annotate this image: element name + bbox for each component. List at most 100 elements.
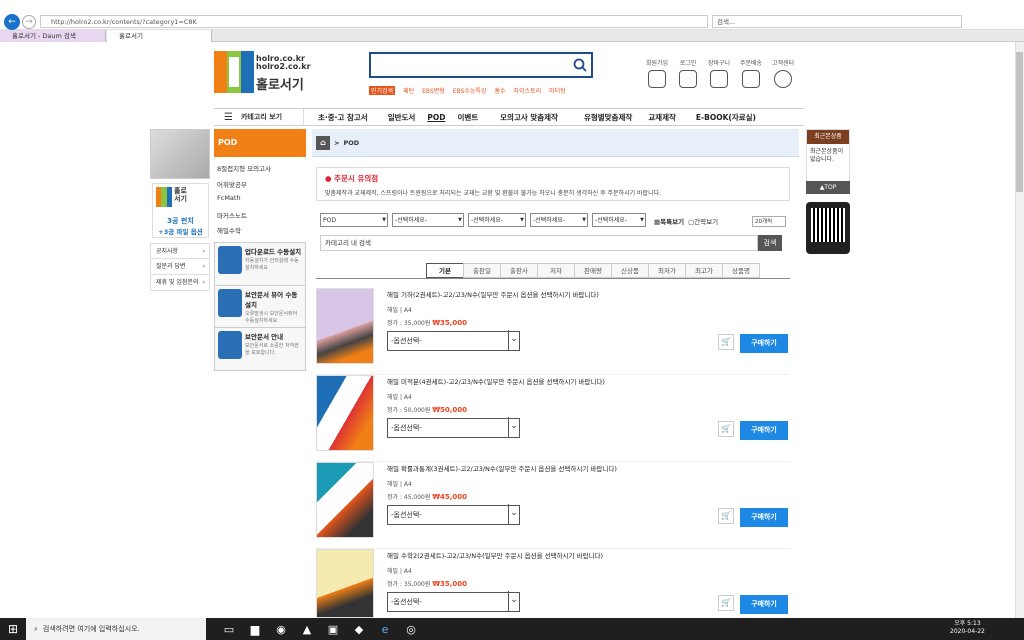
qr-code (806, 202, 850, 254)
filter-select[interactable]: -선택하세요- (530, 213, 588, 227)
filter-row: POD -선택하세요- -선택하세요- -선택하세요- -선택하세요- (320, 213, 646, 227)
security-info-box[interactable]: 보안문서 안내 보안문서로 소중한 저작권을 보호합니다. (214, 327, 306, 371)
product-name[interactable]: 해밀 기하(2권세트)-고2/고3/N수(일부만 주문시 옵션을 선택하시기 바… (387, 289, 599, 299)
buy-button[interactable]: 구매하기 (740, 595, 788, 614)
menu-item[interactable]: 일반도서 (382, 112, 422, 123)
menu-item[interactable]: E-BOOK(자료실) (690, 112, 762, 123)
tab-daum-search[interactable]: 홀로서기 - Daum 검색 (0, 30, 106, 42)
cart-icon[interactable]: 🛒 (718, 508, 734, 524)
forward-button[interactable]: → (22, 15, 36, 29)
popular-keyword[interactable]: EBS변형 (422, 86, 445, 95)
menu-item[interactable]: 모의고사 맞춤제작 (494, 112, 564, 123)
category-search-input[interactable]: 카테고리 내 검색 (320, 235, 758, 251)
support-link[interactable]: 고객센터 (768, 58, 798, 88)
sort-tab[interactable]: 저자 (537, 263, 575, 278)
sidebar-item[interactable]: 해밀수학 (214, 222, 306, 238)
sort-tab[interactable]: 출판사 (500, 263, 538, 278)
ie-icon[interactable]: e (372, 618, 398, 640)
back-button[interactable]: ← (4, 14, 20, 30)
menu-item[interactable]: 교재제작 (642, 112, 682, 123)
popular-keyword[interactable]: 패턴 (403, 86, 414, 95)
chrome-icon[interactable]: ◉ (268, 618, 294, 640)
tab-holro[interactable]: 홀로서기 (107, 30, 212, 42)
sort-tab[interactable]: 최저가 (648, 263, 686, 278)
product-image[interactable] (316, 549, 374, 618)
buy-button[interactable]: 구매하기 (740, 421, 788, 440)
popular-keyword[interactable]: 홍수 (495, 86, 506, 95)
product-name[interactable]: 해밀 수학2(2권세트)-고2/고3/N수(일부만 주문시 옵션을 선택하시기 … (387, 550, 603, 560)
folder-icon[interactable]: ▆ (242, 618, 268, 640)
url-input[interactable]: http://holro2.co.kr/contents/?category1=… (40, 15, 708, 28)
signup-link[interactable]: 회원가입 (642, 58, 672, 88)
app2-icon[interactable]: ◎ (398, 618, 424, 640)
category-search-button[interactable]: 검색 (758, 235, 782, 251)
partnership-link[interactable]: 제휴 및 입점문의 › (150, 275, 210, 291)
login-link[interactable]: 로그인 (673, 58, 703, 88)
sort-tab[interactable]: 상품명 (722, 263, 760, 278)
sort-tab[interactable]: 최고가 (685, 263, 723, 278)
sort-tab[interactable]: 판매량 (574, 263, 612, 278)
task-view-icon[interactable]: ▭ (216, 618, 242, 640)
product-image[interactable] (316, 462, 374, 538)
category-button[interactable]: ☰ 카테고리 보기 (214, 109, 304, 125)
signup-label: 회원가입 (645, 60, 669, 67)
product-image[interactable] (316, 375, 374, 451)
browser-search-input[interactable]: 검색... (712, 15, 962, 28)
count-select[interactable]: 20개씩 (752, 216, 786, 227)
menu-item[interactable]: 이벤트 (451, 112, 484, 123)
qna-link[interactable]: 질문과 답변 › (150, 259, 210, 275)
punch-option-banner[interactable]: 홀로 서기 3공 펀치 +3공 파일 옵션 (152, 183, 209, 238)
download-install-box[interactable]: 업다운로드 수동설치 자동설치가 안되실때 수동설치하세요 (214, 242, 306, 286)
cart-icon[interactable]: 🛒 (718, 595, 734, 611)
simple-view-toggle[interactable]: ▢간략보기 (688, 216, 718, 226)
cart-icon[interactable]: 🛒 (718, 334, 734, 350)
menu-item[interactable]: 유형별맞춤제작 (578, 112, 638, 123)
menu-item[interactable]: 초·중·고 참고서 (312, 112, 374, 123)
popular-keyword[interactable]: EBS수능특강 (453, 86, 487, 95)
scroll-top-button[interactable]: ▲TOP (806, 181, 850, 194)
filter-select[interactable]: -선택하세요- (392, 213, 464, 227)
user-plus-icon (648, 70, 666, 88)
delivery-link[interactable]: 주문배송 (736, 58, 766, 88)
viewer-install-box[interactable]: 보안문서 뷰어 수동설치 오류발생시 보안문서뷰어 수동설치하세요 (214, 285, 306, 329)
sort-tab[interactable]: 출판일 (463, 263, 501, 278)
scrollbar-thumb[interactable] (1016, 52, 1023, 192)
product-name[interactable]: 해밀 미적분(4권세트)-고2/고3/N수(일부만 주문시 옵션을 선택하시기 … (387, 376, 605, 386)
windows-start-icon[interactable]: ⊞ (0, 618, 26, 640)
product-image[interactable] (316, 288, 374, 364)
popular-keyword[interactable]: 마더텅 (549, 86, 566, 95)
filter-select[interactable]: -선택하세요- (592, 213, 646, 227)
image-icon[interactable]: ▣ (320, 618, 346, 640)
site-search-input[interactable] (369, 52, 593, 78)
home-icon[interactable]: ⌂ (316, 135, 330, 150)
sort-tab-default[interactable]: 기본 (426, 263, 464, 278)
app-icon[interactable]: ◆ (346, 618, 372, 640)
cart-link[interactable]: 장바구니 (704, 58, 734, 88)
buy-button[interactable]: 구매하기 (740, 508, 788, 527)
promo-banner[interactable] (150, 129, 210, 179)
search-icon[interactable] (573, 58, 587, 72)
product-name[interactable]: 해밀 확률과통계(3권세트)-고2/고3/N수(일부만 주문시 옵션을 선택하시… (387, 463, 617, 473)
sidebar-item[interactable]: FcMath (214, 191, 306, 207)
option-select[interactable]: -옵션선택- (387, 504, 520, 525)
notice-link[interactable]: 공지사항 › (150, 243, 210, 259)
pdf-icon[interactable]: ▲ (294, 618, 320, 640)
menu-item-pod[interactable]: POD (421, 113, 451, 122)
taskbar: ⊞ ⌕ 검색하려면 여기에 입력하십시오. ▭ ▆ ◉ ▲ ▣ ◆ e ◎ (0, 618, 1024, 640)
buy-button[interactable]: 구매하기 (740, 334, 788, 353)
sidebar-item[interactable]: 마커스노트 (214, 207, 306, 223)
site-logo[interactable] (214, 51, 254, 93)
filter-select[interactable]: POD (320, 213, 388, 227)
option-select[interactable]: -옵션선택- (387, 330, 520, 351)
filter-select[interactable]: -선택하세요- (468, 213, 526, 227)
banner-text: 서기 (174, 195, 187, 203)
popular-keyword[interactable]: 자이스토리 (514, 86, 542, 95)
list-view-toggle[interactable]: ▦목록보기 (654, 216, 684, 226)
option-select[interactable]: -옵션선택- (387, 591, 520, 612)
sort-tab[interactable]: 신상품 (611, 263, 649, 278)
option-select[interactable]: -옵션선택- (387, 417, 520, 438)
taskbar-search[interactable]: ⌕ 검색하려면 여기에 입력하십시오. (26, 618, 206, 640)
cart-icon[interactable]: 🛒 (718, 421, 734, 437)
sidebar-item[interactable]: 어휘맞공부 (214, 176, 306, 192)
sidebar-item[interactable]: 8절접지형 모의고사 (214, 160, 306, 176)
